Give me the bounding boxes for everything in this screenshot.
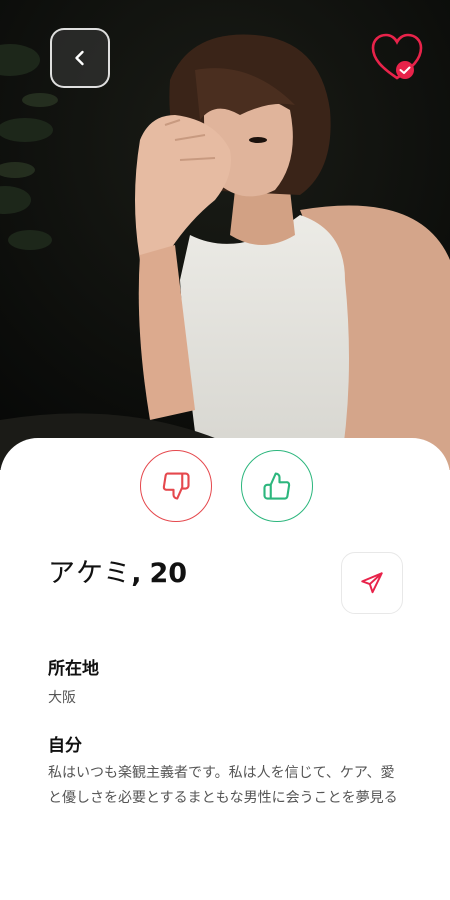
- thumbs-down-icon: [162, 472, 190, 500]
- about-text: 私はいつも楽観主義者です。私は人を信じて、ケア、愛と優しさを必要とするまともな男…: [48, 765, 398, 806]
- like-button[interactable]: [241, 450, 313, 522]
- heart-check-badge[interactable]: [368, 28, 426, 86]
- profile-name-age: アケミ , 20: [48, 551, 187, 591]
- thumbs-up-icon: [263, 472, 291, 500]
- send-icon: [361, 572, 383, 594]
- chevron-left-icon: [75, 50, 84, 66]
- send-message-button[interactable]: [341, 552, 403, 614]
- profile-name: アケミ: [48, 558, 132, 589]
- location-value: 大阪: [48, 690, 76, 706]
- about-heading: 自分: [48, 736, 82, 756]
- location-heading: 所在地: [48, 659, 99, 679]
- name-age-separator: ,: [131, 558, 142, 589]
- dislike-button[interactable]: [140, 450, 212, 522]
- profile-age: 20: [149, 558, 188, 589]
- back-button[interactable]: [50, 28, 110, 88]
- heart-check-icon: [371, 33, 423, 80]
